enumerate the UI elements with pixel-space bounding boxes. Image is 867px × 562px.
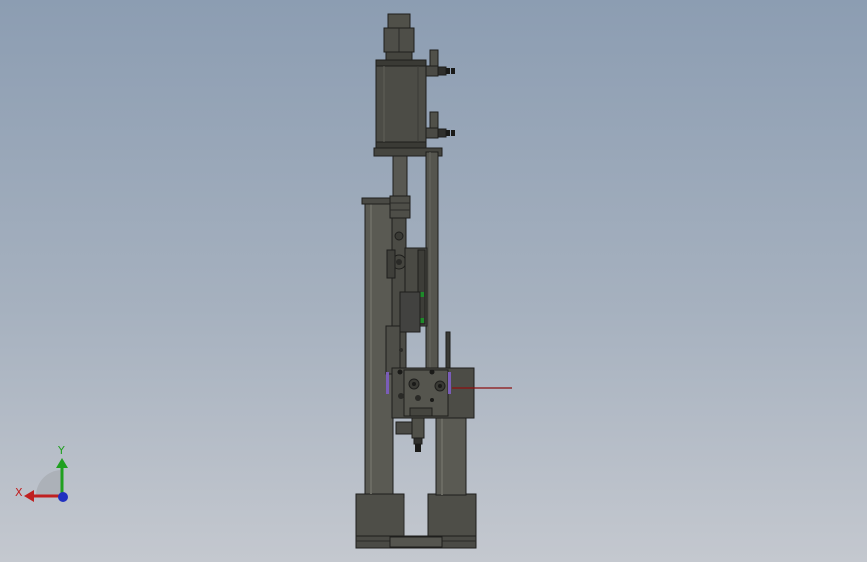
lower-air-fitting bbox=[425, 111, 455, 139]
cylinder-assembly-model[interactable] bbox=[0, 0, 867, 562]
top-fitting-nut bbox=[387, 13, 411, 29]
z-axis-dot bbox=[58, 492, 68, 502]
cad-viewport[interactable]: Y X bbox=[0, 0, 867, 562]
piston-rod bbox=[392, 155, 408, 197]
support-bracket bbox=[425, 151, 439, 369]
right-foot-block bbox=[427, 493, 477, 537]
y-axis-label: Y bbox=[57, 444, 65, 457]
bottom-air-fitting bbox=[395, 417, 425, 452]
purple-marker-left bbox=[386, 372, 389, 394]
sensor-indicator-green bbox=[420, 292, 424, 297]
orientation-triad[interactable]: Y X bbox=[10, 440, 80, 520]
left-foot-block bbox=[355, 493, 405, 537]
right-guide-column bbox=[435, 414, 467, 496]
purple-marker-right bbox=[448, 372, 451, 394]
x-axis-label: X bbox=[15, 486, 23, 499]
upper-air-fitting bbox=[425, 49, 455, 77]
triad-plane-indicator bbox=[36, 470, 62, 496]
